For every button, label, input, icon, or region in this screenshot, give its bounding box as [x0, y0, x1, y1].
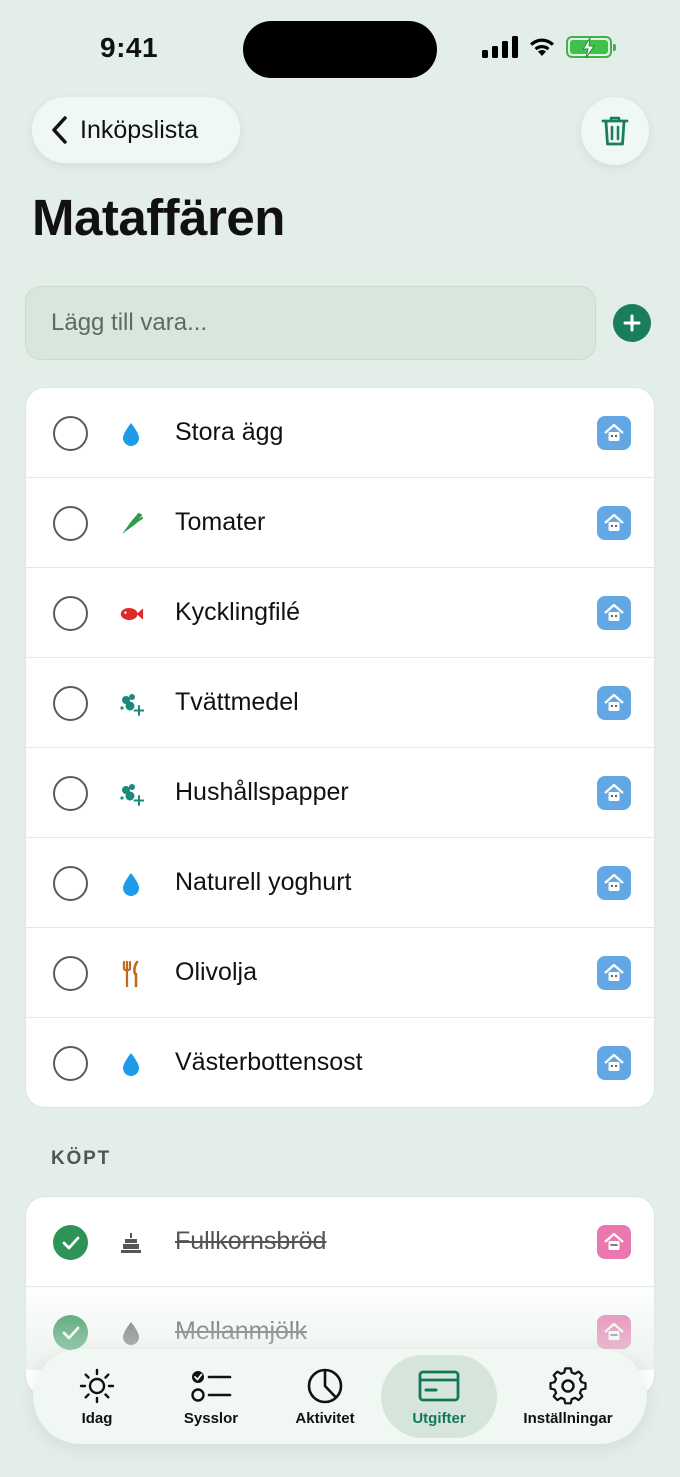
item-name: Kycklingfilé [175, 598, 301, 626]
tab-label: Inställningar [523, 1410, 613, 1427]
list-item[interactable]: Fullkornsbröd [26, 1197, 654, 1287]
status-bar: 9:41 [0, 0, 680, 96]
droplet-icon [118, 1320, 144, 1346]
sparkles-icon [118, 781, 144, 807]
list-item[interactable]: Tomater [26, 478, 654, 568]
list-item[interactable]: Naturell yoghurt [26, 838, 654, 928]
item-name: Olivolja [175, 958, 257, 986]
back-button[interactable]: Inköpslista [32, 97, 240, 163]
item-checkbox[interactable] [53, 416, 88, 451]
item-checkbox[interactable] [53, 1046, 88, 1081]
checklist-icon [190, 1366, 232, 1406]
house-icon [604, 693, 624, 711]
list-item[interactable]: Hushållspapper [26, 748, 654, 838]
back-button-label: Inköpslista [80, 115, 199, 144]
owner-avatar [597, 776, 631, 810]
fork-knife-icon [118, 960, 144, 988]
item-name: Stora ägg [175, 418, 284, 446]
item-checkbox[interactable] [53, 596, 88, 631]
owner-avatar [597, 956, 631, 990]
tab-label: Utgifter [412, 1410, 466, 1427]
credit-card-icon [418, 1366, 460, 1406]
owner-avatar [597, 1315, 631, 1349]
list-item[interactable]: Kycklingfilé [26, 568, 654, 658]
wifi-icon [530, 38, 554, 56]
item-checkbox[interactable] [53, 776, 88, 811]
owner-avatar [597, 596, 631, 630]
owner-avatar [597, 686, 631, 720]
item-name: Västerbottensost [175, 1048, 363, 1076]
item-checkbox[interactable] [53, 506, 88, 541]
droplet-icon [118, 421, 144, 447]
item-checkbox[interactable] [53, 956, 88, 991]
item-checkbox[interactable] [53, 866, 88, 901]
tab-label: Idag [81, 1410, 113, 1427]
sparkles-icon [118, 691, 144, 717]
item-name: Naturell yoghurt [175, 868, 352, 896]
tab-installningar[interactable]: Inställningar [503, 1355, 633, 1438]
shopping-list: Stora ägg Tomater Kycklingfilé Tvättmede… [25, 387, 655, 1108]
tab-sysslor[interactable]: Sysslor [157, 1355, 265, 1438]
house-icon [604, 423, 624, 441]
owner-avatar [597, 416, 631, 450]
item-name: Tvättmedel [175, 688, 299, 716]
list-item[interactable]: Olivolja [26, 928, 654, 1018]
chevron-left-icon [52, 116, 67, 144]
tab-label: Aktivitet [295, 1410, 355, 1427]
list-item[interactable]: Tvättmedel [26, 658, 654, 748]
tab-bar: Idag Sysslor Aktivitet Utgifter Inställn… [33, 1349, 647, 1444]
checkmark-icon [62, 1326, 79, 1339]
house-icon [604, 1053, 624, 1071]
tab-aktivitet[interactable]: Aktivitet [271, 1355, 379, 1438]
fish-icon [118, 601, 144, 627]
house-icon [604, 1232, 624, 1250]
page-title: Mataffären [32, 189, 285, 246]
tab-utgifter[interactable]: Utgifter [381, 1355, 497, 1438]
item-name: Fullkornsbröd [175, 1227, 327, 1255]
checkmark-icon [62, 1236, 79, 1249]
house-icon [604, 873, 624, 891]
house-icon [604, 963, 624, 981]
item-name: Hushållspapper [175, 778, 349, 806]
item-name: Mellanmjölk [175, 1317, 307, 1345]
pie-chart-icon [306, 1366, 344, 1406]
house-icon [604, 1322, 624, 1340]
bought-section-label: KÖPT [51, 1148, 111, 1169]
owner-avatar [597, 866, 631, 900]
droplet-icon [118, 871, 144, 897]
trash-icon [601, 116, 629, 146]
house-icon [604, 513, 624, 531]
sun-icon [78, 1366, 116, 1406]
cellular-signal-icon [482, 36, 518, 58]
plus-icon [623, 314, 641, 332]
status-time: 9:41 [100, 32, 159, 63]
carrot-icon [118, 511, 144, 537]
tab-idag[interactable]: Idag [43, 1355, 151, 1438]
item-checkbox[interactable] [53, 686, 88, 721]
cake-icon [118, 1230, 144, 1256]
dynamic-island [243, 21, 437, 78]
item-name: Tomater [175, 508, 266, 536]
house-icon [604, 783, 624, 801]
tab-label: Sysslor [183, 1410, 239, 1427]
battery-charging-icon [566, 36, 616, 59]
owner-avatar [597, 1225, 631, 1259]
add-item-input[interactable] [25, 286, 596, 360]
status-icons [482, 36, 616, 59]
item-checkbox-checked[interactable] [53, 1315, 88, 1350]
list-item[interactable]: Stora ägg [26, 388, 654, 478]
list-item[interactable]: Västerbottensost [26, 1018, 654, 1107]
owner-avatar [597, 1046, 631, 1080]
delete-list-button[interactable] [581, 97, 649, 165]
droplet-icon [118, 1051, 144, 1077]
add-item-button[interactable] [613, 304, 651, 342]
house-icon [604, 603, 624, 621]
gear-icon [548, 1366, 588, 1406]
item-checkbox-checked[interactable] [53, 1225, 88, 1260]
owner-avatar [597, 506, 631, 540]
